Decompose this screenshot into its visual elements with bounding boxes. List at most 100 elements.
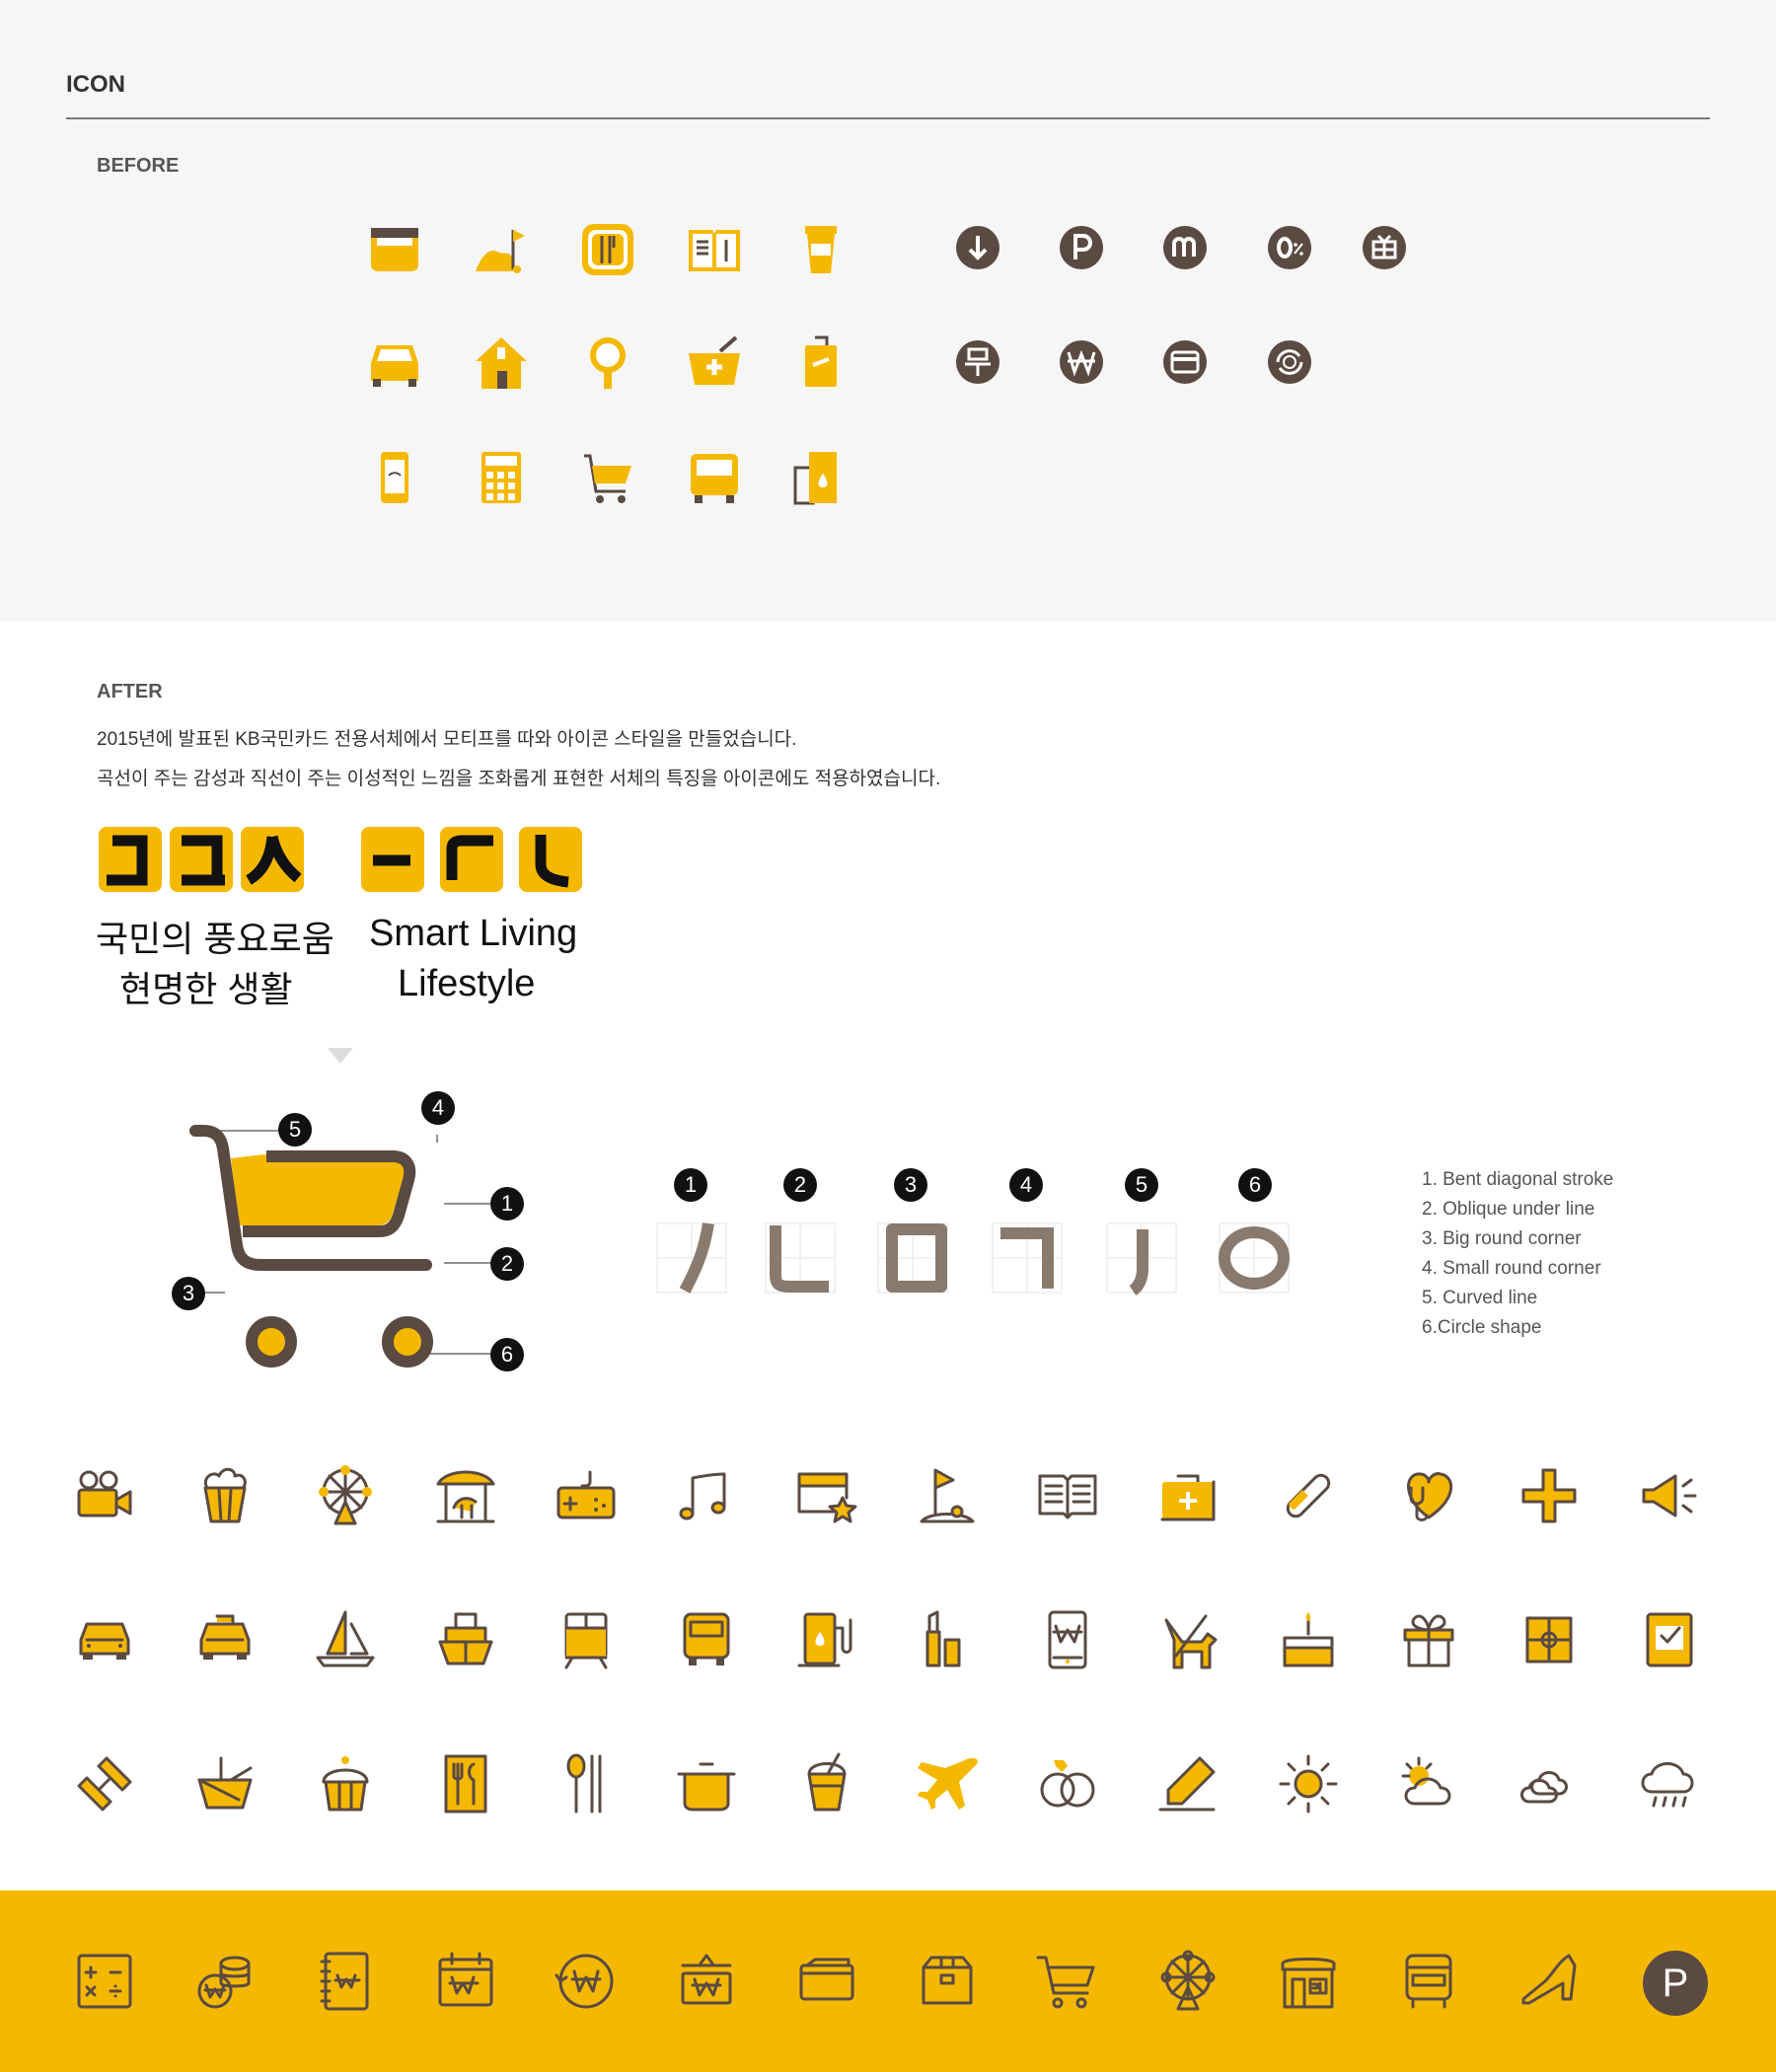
callout-6-cart: 6	[490, 1338, 524, 1371]
card-icon	[1163, 340, 1207, 384]
pencil-icon	[1158, 1756, 1216, 1812]
cart-anatomy-diagram	[189, 1125, 505, 1368]
mobile-won-icon	[1048, 1610, 1087, 1669]
callout-5-specimen: 5	[1125, 1168, 1158, 1202]
down-arrow-indicator	[328, 1048, 353, 1064]
cart-icon	[584, 454, 631, 503]
pill-icon	[1286, 1473, 1331, 1518]
feature-item-3: 3. Big round corner	[1422, 1228, 1582, 1249]
slogan-ko-line2: 현명한 생활	[119, 969, 293, 1009]
coins-won-icon	[197, 1956, 251, 2009]
callout-1-cart: 1	[490, 1187, 524, 1221]
won-icon	[1060, 340, 1103, 384]
bubble-tea-icon	[807, 1752, 847, 1812]
package-icon	[922, 1956, 973, 2005]
callout-1-specimen: 1	[674, 1168, 707, 1202]
book-icon	[689, 230, 740, 271]
callout-3-specimen: 3	[894, 1168, 927, 1202]
calculator-icon	[481, 452, 521, 503]
parking-icon	[1060, 226, 1103, 269]
house-icon	[476, 337, 527, 389]
pharmacy-icon	[689, 335, 740, 385]
car-icon	[371, 345, 418, 387]
lipstick-icon	[925, 1610, 961, 1667]
calendar-won-icon	[438, 1952, 493, 2007]
slogan-en-line1: Smart Living	[369, 913, 578, 954]
cloudy-icon	[1520, 1771, 1568, 1804]
bus-front-icon	[1405, 1954, 1452, 2009]
train-icon	[564, 1612, 608, 1669]
plus-cross-icon	[1521, 1468, 1577, 1523]
free-icon	[956, 340, 999, 384]
game-controller-icon	[556, 1470, 616, 1519]
slogan-en-line2: Lifestyle	[398, 963, 536, 1004]
before-section	[0, 0, 1776, 622]
golf-icon	[920, 1468, 975, 1523]
sailboat-icon	[316, 1610, 375, 1667]
callout-2-specimen: 2	[783, 1168, 817, 1202]
bus-icon	[683, 1612, 730, 1665]
clapperboard-star-icon	[797, 1472, 857, 1523]
movie-camera-icon	[77, 1470, 132, 1517]
dog-icon	[1164, 1614, 1218, 1669]
font-motif-tiles	[99, 827, 582, 892]
feature-item-5: 5. Curved line	[1422, 1288, 1538, 1308]
transfer-won-icon	[681, 1954, 732, 2005]
stroke-specimens	[656, 1222, 1290, 1295]
callout-5-cart: 5	[278, 1113, 312, 1147]
feature-item-2: 2. Oblique under line	[1422, 1199, 1595, 1220]
restaurant-menu-icon	[444, 1754, 487, 1813]
popcorn-icon	[203, 1467, 247, 1523]
after-label: AFTER	[97, 681, 163, 703]
exchange-icon	[1268, 340, 1311, 384]
gift-icon	[1363, 226, 1406, 269]
gas-station-icon	[797, 1612, 852, 1667]
ship-icon	[438, 1612, 493, 1665]
bus-icon	[691, 454, 738, 503]
won-cycle-icon	[555, 1954, 614, 2009]
rain-icon	[1641, 1762, 1694, 1808]
popcorn-icon	[371, 228, 418, 271]
phone-icon	[381, 452, 408, 503]
mirror-icon	[590, 337, 626, 389]
shopping-cart-icon	[1036, 1956, 1095, 2009]
slogan-ko-line1: 국민의 풍요로움	[96, 919, 334, 959]
callout-6-specimen: 6	[1238, 1168, 1272, 1202]
first-aid-kit-icon	[1160, 1474, 1216, 1521]
gas-icon	[793, 452, 837, 505]
gift-icon	[1403, 1614, 1454, 1667]
feature-item-1: 1. Bent diagonal stroke	[1422, 1169, 1614, 1190]
heart-stethoscope-icon	[1407, 1472, 1453, 1521]
after-description-line1: 2015년에 발표된 KB국민카드 전용서체에서 모티프를 따와 아이콘 스타일…	[97, 729, 797, 750]
sun-icon	[1279, 1754, 1338, 1813]
basket-icon	[197, 1756, 253, 1810]
car-icon	[79, 1622, 130, 1660]
dining-icon	[582, 224, 633, 275]
cooking-pot-icon	[677, 1762, 736, 1812]
partly-cloudy-icon	[1401, 1756, 1451, 1806]
icon-band	[0, 1890, 1776, 2072]
golf-icon	[476, 230, 525, 273]
coffee-icon	[805, 226, 837, 273]
p-badge-icon: P	[1643, 1951, 1708, 2016]
luggage-icon	[805, 335, 837, 387]
zero-percent-icon	[1268, 226, 1311, 269]
feature-item-4: 4. Small round corner	[1422, 1258, 1601, 1279]
open-book-icon	[1038, 1474, 1097, 1519]
m-icon	[1163, 226, 1207, 269]
notebook-won-icon	[320, 1952, 369, 2011]
callout-4-specimen: 4	[1009, 1168, 1043, 1202]
calculator-icon	[77, 1954, 132, 2009]
callout-3-cart: 3	[172, 1277, 205, 1310]
callout-4-cart: 4	[421, 1091, 455, 1125]
ferris-wheel-icon	[1160, 1950, 1216, 2011]
wallet-icon	[799, 1958, 854, 2001]
checklist-icon	[1646, 1612, 1693, 1667]
rings-icon	[1040, 1760, 1095, 1808]
birthday-cake-icon	[1283, 1612, 1334, 1667]
airplane-icon	[918, 1758, 978, 1810]
section-title: ICON	[66, 71, 125, 98]
cupcake-icon	[322, 1756, 369, 1812]
music-note-icon	[679, 1472, 726, 1520]
spoon-chopsticks-icon	[566, 1753, 602, 1813]
